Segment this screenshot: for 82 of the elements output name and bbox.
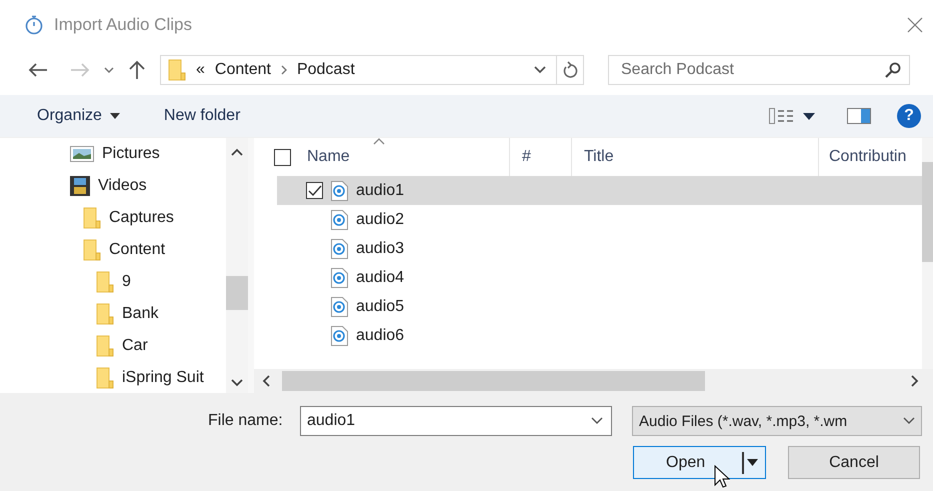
picture-icon (70, 146, 94, 162)
close-icon[interactable] (907, 17, 923, 33)
back-arrow-icon[interactable] (28, 62, 48, 78)
scrollbar-thumb[interactable] (922, 162, 933, 262)
folder-icon (96, 335, 114, 357)
scrollbar[interactable] (922, 138, 933, 369)
nav-tree-item[interactable]: iSpring Suit (122, 369, 204, 387)
folder-icon (96, 367, 114, 389)
file-name: audio5 (356, 298, 404, 316)
breadcrumb[interactable]: Content (214, 61, 271, 79)
nav-tree-item[interactable]: Car (122, 337, 148, 355)
film-icon (70, 176, 90, 196)
file-type-dropdown[interactable]: Audio Files (*.wav, *.mp3, *.wm (632, 406, 922, 436)
overflow-chevron[interactable]: « (196, 61, 205, 79)
folder-icon (83, 207, 101, 229)
sort-caret-icon (373, 138, 385, 145)
refresh-icon (562, 61, 578, 79)
folder-icon (96, 271, 114, 293)
audio-file-icon (331, 268, 348, 288)
search-field[interactable]: Search Podcast (608, 55, 910, 85)
address-bar[interactable]: « Content Podcast (160, 55, 584, 85)
folder-icon (168, 59, 186, 81)
file-row[interactable]: audio1 (277, 176, 922, 205)
up-arrow-icon[interactable] (128, 60, 146, 80)
folder-icon (96, 303, 114, 325)
file-name: audio1 (356, 182, 404, 200)
audio-file-icon (331, 210, 348, 230)
file-row[interactable]: audio2 (277, 205, 922, 234)
checkbox[interactable] (306, 182, 323, 199)
audio-file-icon (331, 238, 348, 258)
preview-pane-icon[interactable] (847, 108, 871, 124)
search-icon (885, 62, 901, 78)
file-row[interactable]: audio3 (277, 234, 922, 263)
audio-file-icon (331, 326, 348, 346)
chevron-down-icon (903, 417, 915, 425)
chevron-down-icon[interactable] (534, 66, 546, 74)
breadcrumb[interactable]: Podcast (296, 61, 355, 79)
file-name-field[interactable]: audio1 (300, 406, 612, 436)
horizontal-scrollbar[interactable] (254, 369, 933, 393)
file-row[interactable]: audio6 (277, 321, 922, 350)
chevron-up-icon[interactable] (231, 148, 243, 156)
stopwatch-icon (24, 15, 44, 35)
scrollbar-thumb[interactable] (282, 371, 705, 391)
chevron-down-icon[interactable] (104, 67, 114, 73)
file-name: audio6 (356, 326, 404, 344)
mouse-cursor-icon (714, 465, 730, 489)
audio-file-icon (331, 296, 348, 316)
caret-icon (110, 113, 120, 119)
file-name: audio4 (356, 268, 404, 286)
file-row[interactable]: audio5 (277, 292, 922, 321)
select-all-checkbox[interactable] (274, 148, 291, 166)
caret-icon[interactable] (747, 459, 758, 466)
nav-tree-item[interactable]: Content (109, 241, 166, 259)
organize-button[interactable]: Organize (37, 107, 102, 125)
nav-tree-item[interactable]: 9 (122, 273, 131, 291)
file-row[interactable]: audio4 (277, 263, 922, 292)
file-name: audio2 (356, 210, 404, 228)
file-name: audio3 (356, 240, 404, 258)
nav-tree-item[interactable]: Pictures (102, 145, 160, 163)
chevron-down-icon[interactable] (231, 379, 243, 387)
folder-icon (83, 239, 101, 261)
new-folder-button[interactable]: New folder (164, 107, 240, 125)
audio-file-icon (331, 180, 348, 200)
scrollbar-thumb[interactable] (226, 276, 248, 310)
chevron-right-icon (280, 65, 287, 75)
scrollbar[interactable] (226, 138, 248, 393)
window-title: Import Audio Clips (54, 15, 192, 35)
help-button[interactable]: ? (897, 104, 921, 128)
nav-tree-item[interactable]: Videos (98, 177, 147, 195)
nav-tree-item[interactable]: Captures (109, 209, 174, 227)
file-name-label: File name: (208, 412, 284, 430)
column-header[interactable]: Title (584, 148, 614, 166)
chevron-right-icon[interactable] (911, 375, 919, 387)
chevron-down-icon[interactable] (591, 417, 603, 425)
details-view-icon[interactable] (769, 108, 795, 124)
caret-icon[interactable] (803, 112, 815, 120)
cancel-button[interactable]: Cancel (788, 446, 920, 479)
column-header[interactable]: # (522, 148, 531, 166)
column-header[interactable]: Name (307, 148, 350, 166)
nav-tree-item[interactable]: Bank (122, 305, 158, 323)
column-header[interactable]: Contributin (829, 148, 906, 166)
chevron-left-icon[interactable] (262, 375, 270, 387)
